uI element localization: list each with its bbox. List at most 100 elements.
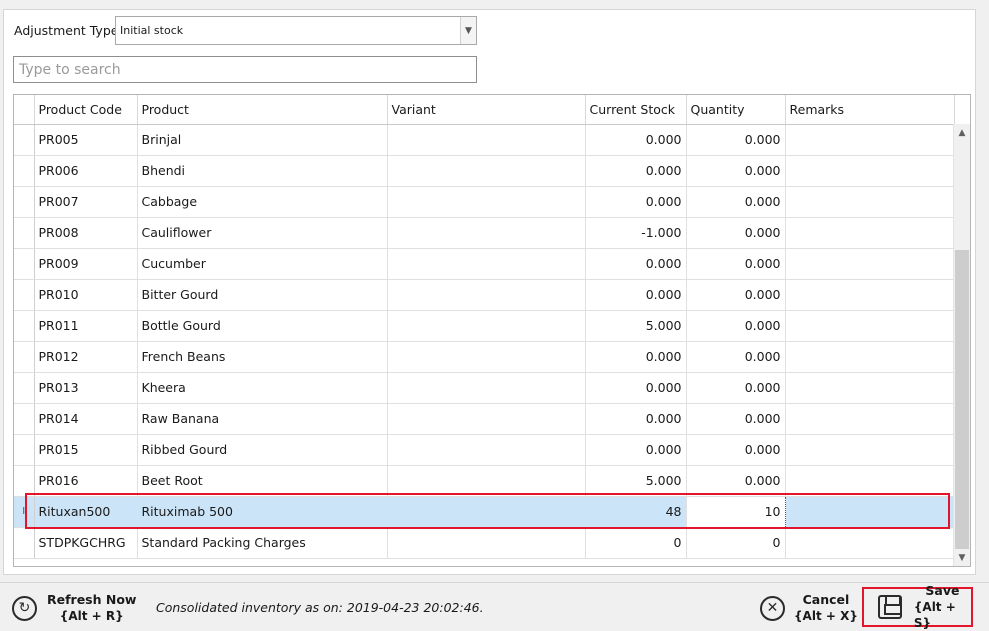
- cell-variant[interactable]: [387, 155, 586, 187]
- cell-product[interactable]: French Beans: [137, 341, 388, 373]
- cell-product[interactable]: Beet Root: [137, 465, 388, 497]
- cell-variant[interactable]: [387, 186, 586, 218]
- table-row[interactable]: PR009 Cucumber 0.000 0.000: [14, 248, 955, 280]
- table-row[interactable]: PR006 Bhendi 0.000 0.000: [14, 155, 955, 187]
- cell-product-code[interactable]: PR008: [34, 217, 138, 249]
- cell-remarks[interactable]: [785, 527, 955, 559]
- cell-product[interactable]: Bitter Gourd: [137, 279, 388, 311]
- column-header[interactable]: Product Code: [34, 95, 138, 125]
- cell-product[interactable]: Cauliflower: [137, 217, 388, 249]
- cell-current-stock[interactable]: 0: [585, 527, 687, 559]
- cell-current-stock[interactable]: 48: [585, 496, 687, 528]
- cell-product-code[interactable]: PR007: [34, 186, 138, 218]
- cell-current-stock[interactable]: 0.000: [585, 186, 687, 218]
- table-row[interactable]: PR013 Kheera 0.000 0.000: [14, 372, 955, 404]
- cell-product-code[interactable]: PR009: [34, 248, 138, 280]
- cell-current-stock[interactable]: 0.000: [585, 372, 687, 404]
- table-row[interactable]: PR008 Cauliflower -1.000 0.000: [14, 217, 955, 249]
- cell-remarks[interactable]: [785, 155, 955, 187]
- cell-remarks[interactable]: [785, 496, 955, 528]
- column-header[interactable]: Variant: [387, 95, 586, 125]
- cell-variant[interactable]: [387, 372, 586, 404]
- cell-product[interactable]: Standard Packing Charges: [137, 527, 388, 559]
- cell-product-code[interactable]: PR016: [34, 465, 138, 497]
- column-header[interactable]: Product: [137, 95, 388, 125]
- column-header[interactable]: Current Stock: [585, 95, 687, 125]
- cell-variant[interactable]: [387, 279, 586, 311]
- cell-current-stock[interactable]: 5.000: [585, 465, 687, 497]
- cell-remarks[interactable]: [785, 124, 955, 156]
- cell-product-code[interactable]: PR010: [34, 279, 138, 311]
- cell-remarks[interactable]: [785, 341, 955, 373]
- cell-quantity[interactable]: 0.000: [686, 186, 786, 218]
- cell-quantity[interactable]: 0.000: [686, 155, 786, 187]
- adjustment-type-select[interactable]: Initial stock ▼: [115, 16, 477, 45]
- table-row[interactable]: PR010 Bitter Gourd 0.000 0.000: [14, 279, 955, 311]
- cell-variant[interactable]: [387, 496, 586, 528]
- chevron-up-icon[interactable]: ▲: [954, 124, 970, 141]
- cell-product-code[interactable]: PR013: [34, 372, 138, 404]
- cell-quantity[interactable]: 0.000: [686, 434, 786, 466]
- cancel-button[interactable]: ✕ Cancel {Alt + X}: [760, 592, 858, 624]
- cell-product-code[interactable]: PR015: [34, 434, 138, 466]
- cell-product[interactable]: Bhendi: [137, 155, 388, 187]
- cell-remarks[interactable]: [785, 434, 955, 466]
- cell-remarks[interactable]: [785, 403, 955, 435]
- chevron-down-icon[interactable]: ▼: [954, 549, 970, 566]
- table-row[interactable]: PR016 Beet Root 5.000 0.000: [14, 465, 955, 497]
- cell-variant[interactable]: [387, 310, 586, 342]
- column-header[interactable]: Quantity: [686, 95, 786, 125]
- table-row[interactable]: PR007 Cabbage 0.000 0.000: [14, 186, 955, 218]
- cell-product-code[interactable]: STDPKGCHRG: [34, 527, 138, 559]
- cell-variant[interactable]: [387, 248, 586, 280]
- cell-quantity[interactable]: 0.000: [686, 465, 786, 497]
- cell-quantity[interactable]: 0.000: [686, 279, 786, 311]
- cell-quantity[interactable]: 0.000: [686, 372, 786, 404]
- cell-product[interactable]: Raw Banana: [137, 403, 388, 435]
- cell-remarks[interactable]: [785, 248, 955, 280]
- vertical-scrollbar[interactable]: ▲ ▼: [953, 124, 970, 566]
- cell-variant[interactable]: [387, 527, 586, 559]
- cell-product[interactable]: Kheera: [137, 372, 388, 404]
- cell-quantity[interactable]: 0.000: [686, 310, 786, 342]
- cell-remarks[interactable]: [785, 217, 955, 249]
- cell-quantity[interactable]: 0.000: [686, 124, 786, 156]
- table-row[interactable]: STDPKGCHRG Standard Packing Charges 0 0: [14, 527, 955, 559]
- cell-current-stock[interactable]: 0.000: [585, 248, 687, 280]
- cell-current-stock[interactable]: -1.000: [585, 217, 687, 249]
- cell-product[interactable]: Ribbed Gourd: [137, 434, 388, 466]
- cell-current-stock[interactable]: 0.000: [585, 155, 687, 187]
- cell-variant[interactable]: [387, 403, 586, 435]
- cell-current-stock[interactable]: 0.000: [585, 124, 687, 156]
- table-row[interactable]: PR005 Brinjal 0.000 0.000: [14, 124, 955, 156]
- cell-remarks[interactable]: [785, 186, 955, 218]
- cell-variant[interactable]: [387, 217, 586, 249]
- table-row[interactable]: I Rituxan500 Rituximab 500 48 10: [14, 495, 955, 528]
- cell-remarks[interactable]: [785, 465, 955, 497]
- search-input[interactable]: [13, 56, 477, 83]
- table-row[interactable]: PR011 Bottle Gourd 5.000 0.000: [14, 310, 955, 342]
- cell-variant[interactable]: [387, 465, 586, 497]
- cell-product[interactable]: Cabbage: [137, 186, 388, 218]
- cell-quantity[interactable]: 0.000: [686, 217, 786, 249]
- cell-quantity[interactable]: 0.000: [686, 248, 786, 280]
- cell-product[interactable]: Bottle Gourd: [137, 310, 388, 342]
- cell-product[interactable]: Rituximab 500: [137, 496, 388, 528]
- cell-product-code[interactable]: PR014: [34, 403, 138, 435]
- cell-quantity[interactable]: 0: [686, 527, 786, 559]
- cell-product[interactable]: Brinjal: [137, 124, 388, 156]
- column-header[interactable]: Remarks: [785, 95, 955, 125]
- cell-current-stock[interactable]: 5.000: [585, 310, 687, 342]
- cell-product-code[interactable]: Rituxan500: [34, 496, 138, 528]
- cell-quantity[interactable]: 0.000: [686, 341, 786, 373]
- cell-variant[interactable]: [387, 341, 586, 373]
- cell-quantity[interactable]: 0.000: [686, 403, 786, 435]
- table-row[interactable]: PR014 Raw Banana 0.000 0.000: [14, 403, 955, 435]
- cell-remarks[interactable]: [785, 372, 955, 404]
- cell-quantity[interactable]: 10: [685, 495, 786, 528]
- cell-remarks[interactable]: [785, 310, 955, 342]
- refresh-now-button[interactable]: ↻ Refresh Now {Alt + R}: [12, 592, 136, 624]
- cell-current-stock[interactable]: 0.000: [585, 279, 687, 311]
- cell-variant[interactable]: [387, 124, 586, 156]
- cell-current-stock[interactable]: 0.000: [585, 434, 687, 466]
